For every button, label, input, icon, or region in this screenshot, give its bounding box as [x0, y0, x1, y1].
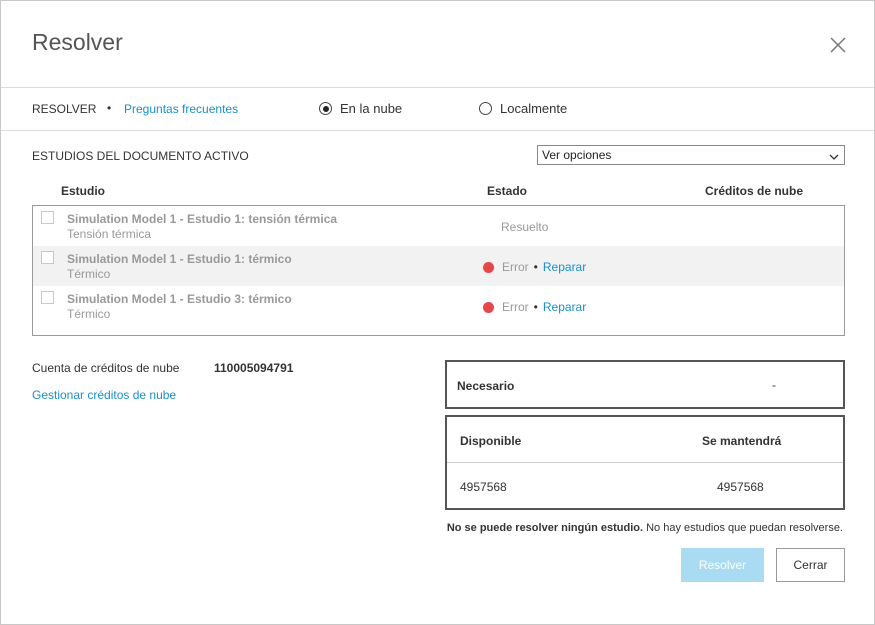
status-separator: •	[533, 260, 538, 274]
separator-dot: •	[107, 101, 112, 115]
study-title: Simulation Model 1 - Estudio 1: tensión …	[67, 212, 338, 226]
study-title: Simulation Model 1 - Estudio 1: térmico	[67, 252, 292, 266]
status-message: No se puede resolver ningún estudio. No …	[447, 522, 843, 534]
required-label: Necesario	[457, 379, 515, 393]
study-status: Resuelto	[501, 220, 548, 234]
resolve-section-label: RESOLVER	[32, 102, 97, 116]
remaining-label: Se mantendrá	[702, 434, 782, 448]
required-credits-box: Necesario -	[445, 360, 845, 409]
repair-link[interactable]: Reparar	[543, 260, 586, 274]
row-checkbox[interactable]	[41, 291, 54, 304]
table-row: Simulation Model 1 - Estudio 1: térmico …	[33, 246, 844, 286]
credit-account-label: Cuenta de créditos de nube	[32, 361, 180, 375]
study-type: Térmico	[67, 267, 111, 281]
view-options-value: Ver opciones	[542, 148, 612, 162]
status-text: Resuelto	[501, 220, 549, 234]
resolve-dialog: Resolver RESOLVER • Preguntas frecuentes…	[0, 0, 875, 625]
study-type: Térmico	[67, 307, 111, 321]
available-value: 4957568	[460, 480, 507, 494]
radio-local-indicator[interactable]	[479, 102, 492, 115]
available-credits-box: Disponible Se mantendrá 4957568 4957568	[445, 415, 845, 510]
credit-account-value: 110005094791	[214, 361, 294, 375]
radio-cloud[interactable]: En la nube	[319, 101, 402, 116]
available-label: Disponible	[460, 434, 522, 448]
close-button[interactable]: Cerrar	[776, 548, 845, 582]
study-title: Simulation Model 1 - Estudio 3: térmico	[67, 292, 292, 306]
radio-local[interactable]: Localmente	[479, 101, 567, 116]
status-separator: •	[533, 300, 538, 314]
dialog-title: Resolver	[32, 29, 123, 55]
view-options-select[interactable]: Ver opciones	[537, 145, 845, 165]
status-text: Error	[502, 260, 529, 274]
required-value: -	[772, 378, 776, 392]
chevron-down-icon	[829, 150, 839, 164]
column-header-status: Estado	[487, 184, 528, 198]
error-dot-icon	[483, 301, 494, 313]
mode-bar: RESOLVER • Preguntas frecuentes En la nu…	[1, 88, 874, 131]
study-status: Error • Reparar	[483, 300, 586, 314]
status-message-bold: No se puede resolver ningún estudio.	[446, 522, 644, 534]
resolve-button[interactable]: Resolver	[681, 548, 764, 582]
remaining-value: 4957568	[717, 480, 764, 494]
column-header-cloud-credits: Créditos de nube	[705, 184, 804, 198]
row-checkbox[interactable]	[41, 211, 54, 224]
error-dot-icon	[483, 261, 494, 273]
repair-link[interactable]: Reparar	[543, 300, 586, 314]
radio-local-label: Localmente	[500, 101, 568, 116]
row-checkbox[interactable]	[41, 251, 54, 264]
radio-cloud-label: En la nube	[340, 101, 403, 116]
faq-link[interactable]: Preguntas frecuentes	[124, 102, 238, 116]
radio-cloud-indicator[interactable]	[319, 102, 332, 115]
study-type: Tensión térmica	[67, 227, 152, 241]
status-message-detail: No hay estudios que puedan resolverse.	[643, 522, 843, 534]
studies-section-label: ESTUDIOS DEL DOCUMENTO ACTIVO	[32, 149, 249, 163]
column-header-study: Estudio	[61, 184, 105, 198]
studies-table: Simulation Model 1 - Estudio 1: tensión …	[32, 205, 845, 336]
study-status: Error • Reparar	[483, 260, 586, 274]
status-text: Error	[502, 300, 529, 314]
available-header-row: Disponible Se mantendrá	[447, 417, 843, 463]
table-row: Simulation Model 1 - Estudio 3: térmico …	[33, 286, 844, 326]
table-row: Simulation Model 1 - Estudio 1: tensión …	[33, 206, 844, 246]
manage-credits-link[interactable]: Gestionar créditos de nube	[32, 388, 176, 402]
dialog-header: Resolver	[1, 1, 874, 88]
close-icon[interactable]	[828, 35, 848, 55]
